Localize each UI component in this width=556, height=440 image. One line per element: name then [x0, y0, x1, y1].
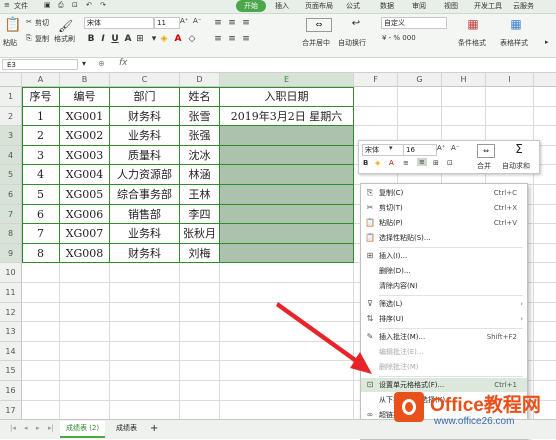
tab-last-icon[interactable]: ▸|: [42, 421, 60, 436]
office-logo-icon: [394, 392, 424, 422]
watermark-url: www.office26.com: [434, 416, 515, 427]
add-sheet-icon[interactable]: +: [144, 421, 164, 436]
watermark-logo: Office教程网 www.office26.com: [388, 384, 556, 438]
watermark-brand: Office教程网: [430, 395, 541, 416]
sheet-tab-active[interactable]: 成绩表 (2): [60, 421, 106, 438]
sheet-tab[interactable]: 成绩表: [110, 421, 143, 436]
red-arrow-shape: [276, 302, 372, 374]
red-arrow-annotation: [276, 302, 372, 374]
